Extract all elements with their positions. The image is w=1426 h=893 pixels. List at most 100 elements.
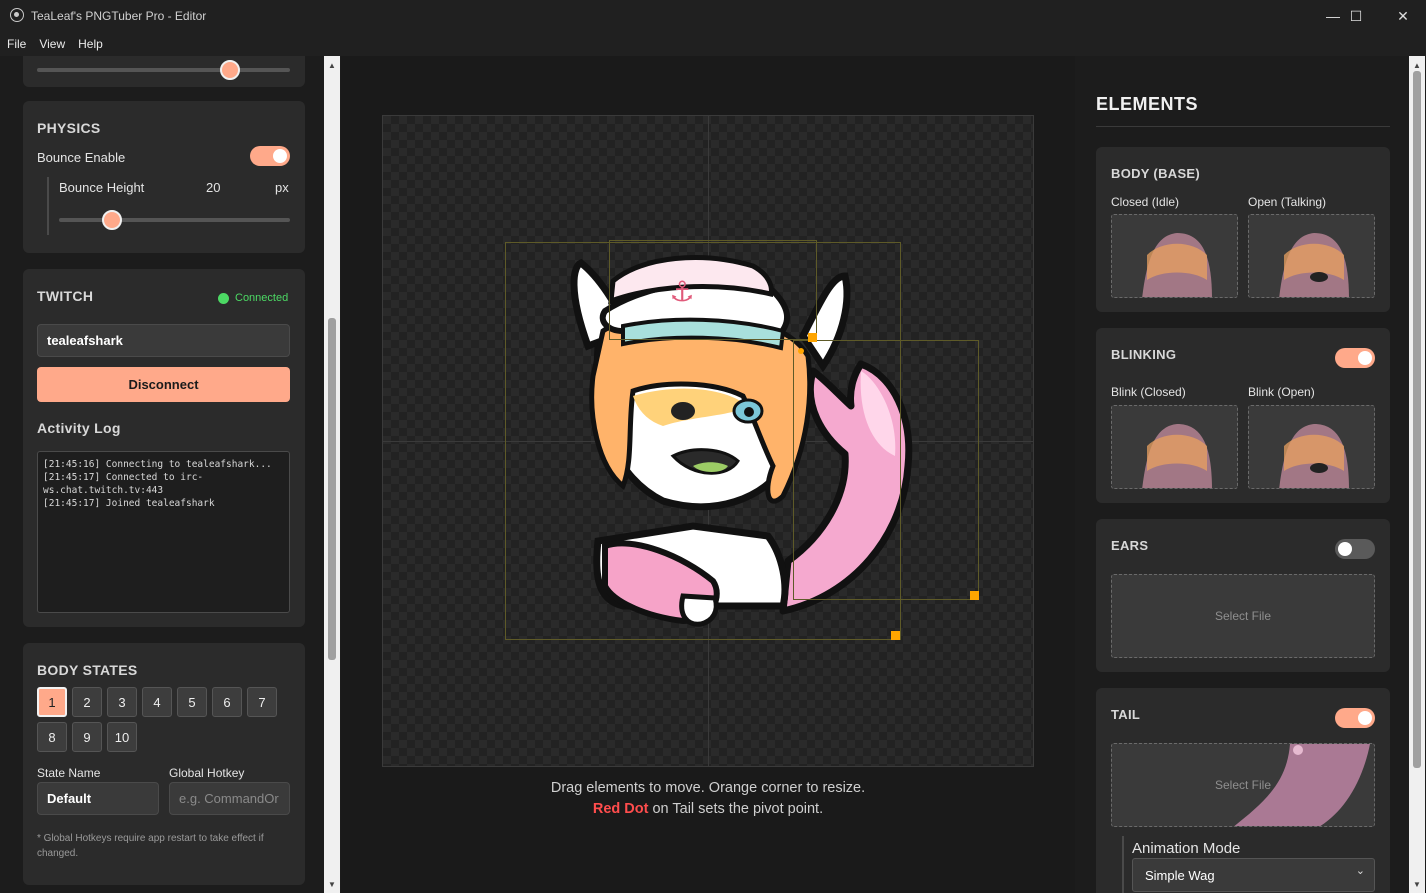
twitch-title: TWITCH (37, 288, 94, 304)
state-button-4[interactable]: 4 (142, 687, 172, 717)
blinking-toggle[interactable] (1335, 348, 1375, 368)
previous-settings-card (23, 56, 305, 87)
blink-open-label: Blink (Open) (1248, 385, 1315, 399)
body-base-card: BODY (BASE) Closed (Idle) Open (Talking) (1096, 147, 1390, 312)
physics-card: PHYSICS Bounce Enable Bounce Height 20 p… (23, 101, 305, 253)
scroll-down-icon[interactable]: ▼ (1411, 878, 1423, 890)
tail-toggle[interactable] (1335, 708, 1375, 728)
twitch-card: TWITCH Connected tealeafshark Disconnect… (23, 269, 305, 627)
state-button-9[interactable]: 9 (72, 722, 102, 752)
blinking-title: BLINKING (1111, 347, 1177, 362)
right-scroll-thumb[interactable] (1413, 71, 1421, 768)
state-button-5[interactable]: 5 (177, 687, 207, 717)
right-scrollbar[interactable]: ▲ ▼ (1409, 56, 1425, 893)
tail-bounding-box (793, 340, 979, 600)
open-talking-label: Open (Talking) (1248, 195, 1327, 209)
global-hotkey-input[interactable]: e.g. CommandOr (169, 782, 290, 815)
blinking-card: BLINKING Blink (Closed) Blink (Open) (1096, 328, 1390, 503)
state-button-8[interactable]: 8 (37, 722, 67, 752)
state-button-7[interactable]: 7 (247, 687, 277, 717)
app-icon (10, 8, 24, 22)
canvas-hint-line1: Drag elements to move. Orange corner to … (550, 780, 866, 796)
bounce-height-value: 20 (206, 180, 221, 195)
bounce-height-slider[interactable] (59, 218, 290, 222)
left-scroll-thumb[interactable] (328, 318, 336, 660)
activity-log[interactable]: [21:45:16] Connecting to tealeafshark...… (37, 451, 290, 613)
preview-canvas[interactable]: ⚓ (382, 115, 1034, 767)
body-resize-handle[interactable] (891, 631, 900, 640)
activity-log-title: Activity Log (37, 420, 121, 436)
menu-file[interactable]: File (7, 37, 26, 51)
indent-line (1122, 836, 1124, 893)
menu-help[interactable]: Help (78, 37, 103, 51)
menu-bar: File View Help (0, 32, 1426, 56)
heading-divider (1096, 126, 1390, 127)
body-states-card: BODY STATES 1 2 3 4 5 6 7 8 9 10 State N… (23, 643, 305, 885)
closed-idle-thumbnail[interactable] (1111, 214, 1238, 298)
elements-panel: ELEMENTS BODY (BASE) Closed (Idle) Open … (1075, 56, 1426, 893)
status-dot-icon (218, 293, 229, 304)
tail-resize-handle[interactable] (970, 591, 979, 600)
body-states-title: BODY STATES (37, 662, 138, 678)
state-button-6[interactable]: 6 (212, 687, 242, 717)
tail-select-file-label: Select File (1214, 778, 1272, 792)
bounce-height-label: Bounce Height (59, 180, 145, 195)
window-title: TeaLeaf's PNGTuber Pro - Editor (31, 9, 207, 23)
tail-select-file[interactable]: Select File (1111, 743, 1375, 827)
ears-select-file[interactable]: Select File (1111, 574, 1375, 658)
bounce-enable-toggle[interactable] (250, 146, 290, 166)
state-button-2[interactable]: 2 (72, 687, 102, 717)
ears-title: EARS (1111, 538, 1149, 553)
hint-rest: on Tail sets the pivot point. (648, 801, 824, 817)
bounce-height-unit: px (275, 180, 289, 195)
state-button-1[interactable]: 1 (37, 687, 67, 717)
state-name-label: State Name (37, 766, 101, 780)
maximize-button[interactable]: ☐ (1333, 0, 1379, 32)
state-button-3[interactable]: 3 (107, 687, 137, 717)
closed-idle-label: Closed (Idle) (1111, 195, 1180, 209)
state-button-10[interactable]: 10 (107, 722, 137, 752)
bounce-height-slider-thumb[interactable] (102, 210, 122, 230)
animation-mode-value: Simple Wag (1145, 867, 1215, 883)
menu-view[interactable]: View (39, 37, 65, 51)
elements-heading: ELEMENTS (1096, 94, 1199, 114)
hat-bounding-box (609, 240, 817, 340)
scroll-up-icon[interactable]: ▲ (326, 59, 338, 71)
previous-slider-thumb[interactable] (220, 60, 240, 80)
channel-input[interactable]: tealeafshark (37, 324, 290, 357)
scroll-down-icon[interactable]: ▼ (326, 878, 338, 890)
blink-open-thumbnail[interactable] (1248, 405, 1375, 489)
chevron-down-icon: ⌄ (1355, 865, 1365, 877)
canvas-hint-line2: Red Dot on Tail sets the pivot point. (341, 801, 1075, 817)
left-panel: PHYSICS Bounce Enable Bounce Height 20 p… (0, 56, 341, 893)
ears-card: EARS Select File (1096, 519, 1390, 672)
previous-slider-track[interactable] (37, 68, 290, 72)
hotkey-note: * Global Hotkeys require app restart to … (37, 833, 264, 859)
indent-line (47, 177, 49, 235)
tail-title: TAIL (1111, 707, 1141, 722)
animation-mode-label: Animation Mode (1132, 840, 1241, 857)
disconnect-button[interactable]: Disconnect (37, 367, 290, 402)
animation-mode-select[interactable]: Simple Wag ⌄ (1132, 858, 1375, 892)
editor-area: ⚓ Drag elements to move. Orange corner t… (341, 56, 1075, 893)
close-button[interactable]: ✕ (1380, 0, 1426, 32)
log-line: [21:45:17] Connected to irc-ws.chat.twit… (43, 472, 204, 496)
bounce-enable-label: Bounce Enable (37, 150, 126, 165)
global-hotkey-label: Global Hotkey (169, 766, 245, 780)
left-scrollbar[interactable]: ▲ ▼ (324, 56, 340, 893)
blink-closed-label: Blink (Closed) (1111, 385, 1186, 399)
blink-closed-thumbnail[interactable] (1111, 405, 1238, 489)
state-name-input[interactable]: Default (37, 782, 159, 815)
connection-status: Connected (235, 292, 289, 304)
open-talking-thumbnail[interactable] (1248, 214, 1375, 298)
physics-title: PHYSICS (37, 120, 101, 136)
tail-card: TAIL Select File Animation Mode Simple W… (1096, 688, 1390, 893)
red-dot-hint: Red Dot (592, 801, 649, 817)
scroll-up-icon[interactable]: ▲ (1411, 59, 1423, 71)
ears-toggle[interactable] (1335, 539, 1375, 559)
resize-handle[interactable] (808, 333, 817, 342)
log-line: [21:45:17] Joined tealeafshark (43, 498, 215, 509)
body-base-title: BODY (BASE) (1111, 166, 1201, 181)
title-bar: TeaLeaf's PNGTuber Pro - Editor — ☐ ✕ (0, 0, 1426, 32)
log-line: [21:45:16] Connecting to tealeafshark... (43, 459, 272, 470)
